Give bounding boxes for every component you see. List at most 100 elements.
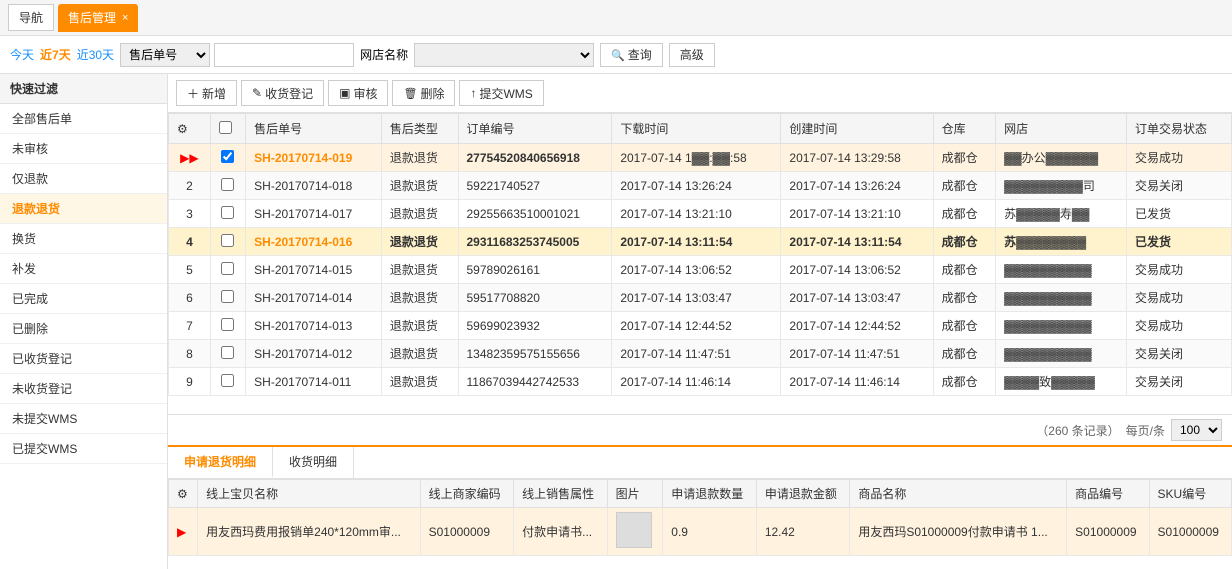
table-row[interactable]: 8 SH-20170714-012 退款退货 13482359575155656… [169, 340, 1232, 368]
audit-button[interactable]: 审核 [328, 80, 388, 106]
bottom-tabs: 申请退货明细 收货明细 [168, 445, 1232, 479]
row-checkbox[interactable] [221, 318, 234, 331]
row-checkbox[interactable] [221, 374, 234, 387]
home-button[interactable]: 导航 [8, 4, 54, 31]
bt-col-product-name: 商品名称 [850, 480, 1067, 508]
tab-label: 售后管理 [68, 9, 116, 26]
row-number: 2 [169, 172, 211, 200]
row-type: 退款退货 [381, 256, 458, 284]
sidebar-item-received[interactable]: 已收货登记 [0, 344, 167, 374]
row-type: 退款退货 [381, 200, 458, 228]
row-checkbox[interactable] [221, 150, 234, 163]
sidebar-item-notreceived[interactable]: 未收货登记 [0, 374, 167, 404]
table-row[interactable]: 2 SH-20170714-018 退款退货 59221740527 2017-… [169, 172, 1232, 200]
row-download-time: 2017-07-14 13:11:54 [612, 228, 781, 256]
search-icon [611, 48, 625, 62]
row-status: 已发货 [1126, 228, 1231, 256]
advanced-button[interactable]: 高级 [669, 43, 715, 67]
bottom-table-row[interactable]: ▶ 用友西玛费用报销单240*120mm审... S01000009 付款申请书… [169, 508, 1232, 556]
row-create-time: 2017-07-14 13:11:54 [781, 228, 933, 256]
filter-7days[interactable]: 近7天 [40, 46, 71, 63]
toolbar: 新增 收货登记 审核 删除 提交WMS [168, 74, 1232, 113]
sidebar-item-submittedwms[interactable]: 已提交WMS [0, 434, 167, 464]
sidebar-item-notwms[interactable]: 未提交WMS [0, 404, 167, 434]
select-all-checkbox[interactable] [219, 121, 232, 134]
row-status: 交易成功 [1126, 144, 1231, 172]
sidebar-item-all[interactable]: 全部售后单 [0, 104, 167, 134]
row-order-id: 27754520840656918 [458, 144, 612, 172]
bt-col-sku: SKU编号 [1149, 480, 1231, 508]
row-checkbox-cell[interactable] [210, 284, 245, 312]
bt-col-amount: 申请退款金额 [756, 480, 850, 508]
tab-receive-detail[interactable]: 收货明细 [273, 447, 354, 478]
filter-today[interactable]: 今天 [10, 46, 34, 63]
bt-col-name: 线上宝贝名称 [198, 480, 420, 508]
product-image [616, 512, 652, 548]
per-page-select[interactable]: 100 50 20 [1171, 419, 1222, 441]
row-type: 退款退货 [381, 144, 458, 172]
row-checkbox-cell[interactable] [210, 172, 245, 200]
row-checkbox-cell[interactable] [210, 312, 245, 340]
row-checkbox[interactable] [221, 178, 234, 191]
table-row[interactable]: 4 SH-20170714-016 退款退货 29311683253745005… [169, 228, 1232, 256]
sidebar-item-supplement[interactable]: 补发 [0, 254, 167, 284]
row-checkbox[interactable] [221, 206, 234, 219]
search-input[interactable] [214, 43, 354, 67]
delete-button[interactable]: 删除 [392, 80, 455, 106]
row-checkbox-cell[interactable] [210, 228, 245, 256]
sidebar-item-refundonly[interactable]: 仅退款 [0, 164, 167, 194]
total-count: （260 条记录） [1036, 422, 1119, 439]
row-warehouse: 成都仓 [933, 144, 996, 172]
row-checkbox[interactable] [221, 346, 234, 359]
row-checkbox[interactable] [221, 290, 234, 303]
table-row[interactable]: 5 SH-20170714-015 退款退货 59789026161 2017-… [169, 256, 1232, 284]
bt-col-img: 图片 [607, 480, 663, 508]
col-warehouse: 仓库 [933, 114, 996, 144]
row-order-id: 11867039442742533 [458, 368, 612, 396]
row-checkbox[interactable] [221, 262, 234, 275]
row-checkbox-cell[interactable] [210, 340, 245, 368]
tab-refund-detail[interactable]: 申请退货明细 [168, 447, 273, 478]
filter-30days[interactable]: 近30天 [77, 46, 114, 63]
col-store: 网店 [996, 114, 1127, 144]
add-button[interactable]: 新增 [176, 80, 237, 106]
bt-col-gear[interactable] [169, 480, 198, 508]
sidebar-item-deleted[interactable]: 已删除 [0, 314, 167, 344]
add-icon [187, 85, 199, 102]
row-checkbox-cell[interactable] [210, 368, 245, 396]
row-id: SH-20170714-014 [246, 284, 382, 312]
row-create-time: 2017-07-14 11:46:14 [781, 368, 933, 396]
table-row[interactable]: 3 SH-20170714-017 退款退货 29255663510001021… [169, 200, 1232, 228]
store-select[interactable] [414, 43, 594, 67]
row-create-time: 2017-07-14 11:47:51 [781, 340, 933, 368]
sidebar-item-unaudited[interactable]: 未审核 [0, 134, 167, 164]
query-button[interactable]: 查询 [600, 43, 663, 67]
row-checkbox-cell[interactable] [210, 256, 245, 284]
row-warehouse: 成都仓 [933, 228, 996, 256]
type-select[interactable]: 售后单号 [120, 43, 210, 67]
tab-close-button[interactable]: × [122, 12, 128, 24]
sidebar-item-completed[interactable]: 已完成 [0, 284, 167, 314]
bt-col-qty: 申请退款数量 [663, 480, 757, 508]
row-checkbox-cell[interactable] [210, 200, 245, 228]
bt-img [607, 508, 663, 556]
row-order-id: 29255663510001021 [458, 200, 612, 228]
sidebar-item-refundreturn[interactable]: 退款退货 [0, 194, 167, 224]
row-warehouse: 成都仓 [933, 200, 996, 228]
row-checkbox-cell[interactable] [210, 144, 245, 172]
row-order-id: 59699023932 [458, 312, 612, 340]
table-row[interactable]: 7 SH-20170714-013 退款退货 59699023932 2017-… [169, 312, 1232, 340]
col-download-time: 下载时间 [612, 114, 781, 144]
main-layout: 快速过滤 全部售后单 未审核 仅退款 退款退货 换货 补发 已完成 已删除 已收… [0, 74, 1232, 569]
table-row[interactable]: 9 SH-20170714-011 退款退货 11867039442742533… [169, 368, 1232, 396]
col-gear[interactable] [169, 114, 211, 144]
table-row[interactable]: ▶ SH-20170714-019 退款退货 27754520840656918… [169, 144, 1232, 172]
row-id: SH-20170714-013 [246, 312, 382, 340]
sidebar-item-exchange[interactable]: 换货 [0, 224, 167, 254]
table-row[interactable]: 6 SH-20170714-014 退款退货 59517708820 2017-… [169, 284, 1232, 312]
row-checkbox[interactable] [221, 234, 234, 247]
row-download-time: 2017-07-14 13:06:52 [612, 256, 781, 284]
submit-wms-button[interactable]: 提交WMS [459, 80, 543, 106]
filter-bar: 今天 近7天 近30天 售后单号 网店名称 查询 高级 [0, 36, 1232, 74]
receive-button[interactable]: 收货登记 [241, 80, 324, 106]
